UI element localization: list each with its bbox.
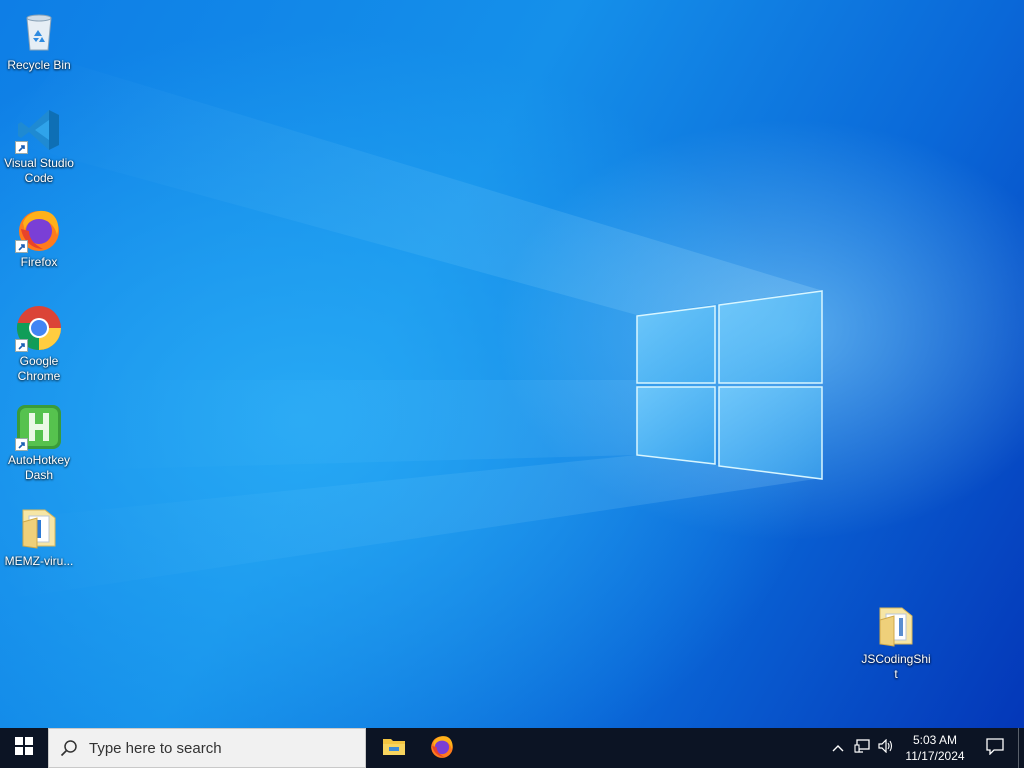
clock-date: 11/17/2024 bbox=[905, 749, 965, 763]
action-center-button[interactable] bbox=[972, 728, 1018, 768]
desktop-icon-label: Visual Studio Code bbox=[4, 156, 74, 185]
desktop-icon-label: MEMZ-viru... bbox=[4, 554, 74, 568]
desktop-icon-label: JSCodingShit bbox=[861, 652, 931, 681]
chevron-up-icon bbox=[832, 739, 844, 757]
desktop-icon-memz-folder[interactable]: MEMZ-viru... bbox=[1, 504, 77, 569]
desktop-icon-vscode[interactable]: Visual Studio Code bbox=[1, 106, 77, 186]
file-explorer-icon bbox=[382, 736, 406, 761]
network-icon bbox=[854, 738, 870, 758]
taskbar-search-box[interactable]: Type here to search bbox=[48, 728, 366, 768]
search-placeholder: Type here to search bbox=[89, 739, 222, 757]
shortcut-arrow-icon bbox=[15, 240, 28, 253]
autohotkey-icon bbox=[15, 403, 63, 451]
shortcut-arrow-icon bbox=[15, 438, 28, 451]
shortcut-arrow-icon bbox=[15, 141, 28, 154]
folder-icon bbox=[872, 602, 920, 650]
desktop-icon-label: Google Chrome bbox=[17, 354, 61, 383]
taskbar-clock[interactable]: 5:03 AM 11/17/2024 bbox=[898, 732, 972, 764]
chrome-icon bbox=[15, 304, 63, 352]
desktop-icon-firefox[interactable]: Firefox bbox=[1, 205, 77, 270]
recycle-bin-icon bbox=[15, 8, 63, 56]
desktop-icon-autohotkey[interactable]: AutoHotkey Dash bbox=[1, 403, 77, 483]
network-button[interactable] bbox=[850, 728, 874, 768]
desktop-icon-label: Firefox bbox=[20, 255, 58, 269]
desktop-icon-jscodingshit-folder[interactable]: JSCodingShit bbox=[858, 602, 934, 682]
notification-icon bbox=[986, 737, 1004, 760]
windows-wallpaper-logo bbox=[636, 290, 823, 480]
windows-start-icon bbox=[15, 736, 33, 760]
clock-time: 5:03 AM bbox=[912, 733, 958, 747]
speaker-icon bbox=[878, 738, 894, 758]
folder-icon bbox=[15, 504, 63, 552]
shortcut-arrow-icon bbox=[15, 339, 28, 352]
firefox-icon bbox=[429, 733, 455, 764]
system-tray: 5:03 AM 11/17/2024 bbox=[826, 728, 1024, 768]
show-desktop-button[interactable] bbox=[1018, 728, 1024, 768]
desktop-icon-label: Recycle Bin bbox=[7, 58, 71, 72]
desktop-icon-chrome[interactable]: Google Chrome bbox=[1, 304, 77, 384]
show-hidden-icons-button[interactable] bbox=[826, 728, 850, 768]
taskbar: Type here to search 5:03 AM 11/17/2024 bbox=[0, 728, 1024, 768]
start-button[interactable] bbox=[0, 728, 48, 768]
search-icon bbox=[49, 739, 89, 757]
volume-button[interactable] bbox=[874, 728, 898, 768]
firefox-icon bbox=[15, 205, 63, 253]
taskbar-file-explorer[interactable] bbox=[370, 728, 418, 768]
vscode-icon bbox=[15, 106, 63, 154]
taskbar-firefox[interactable] bbox=[418, 728, 466, 768]
desktop-icon-label: AutoHotkey Dash bbox=[7, 453, 71, 482]
desktop-icon-recycle-bin[interactable]: Recycle Bin bbox=[1, 8, 77, 73]
